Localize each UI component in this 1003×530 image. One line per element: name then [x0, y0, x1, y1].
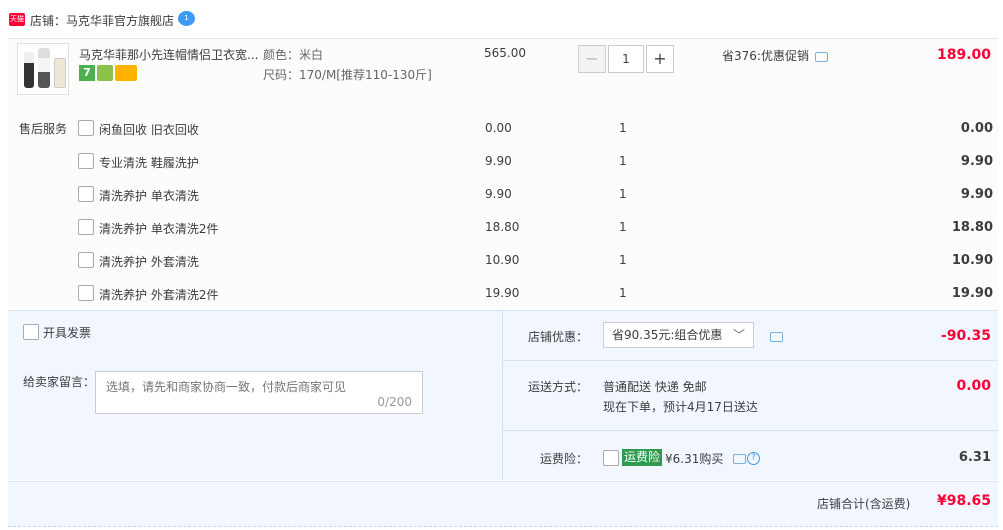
qty-decrement-button[interactable]: −: [578, 45, 606, 73]
service-total: 10.90: [951, 253, 993, 268]
service-price: 9.90: [485, 187, 512, 201]
product-thumbnail[interactable]: [17, 43, 69, 95]
service-row: 清洗养护 单衣清洗 9.90 1 9.90: [0, 185, 1003, 218]
qty-increment-button[interactable]: +: [646, 45, 674, 73]
invoice-label[interactable]: 开具发票: [43, 324, 91, 341]
service-qty: 1: [619, 154, 627, 168]
store-total-label: 店铺合计(含运费): [817, 497, 911, 511]
product-size: 尺码：170/M[推荐110-130斤]: [263, 68, 432, 82]
shop-discount-select[interactable]: 省90.35元:组合优惠 ﹀: [603, 322, 754, 348]
guarantee-icon: [97, 65, 113, 81]
unit-price: 565.00: [484, 46, 526, 60]
chevron-down-icon: ﹀: [732, 328, 745, 342]
service-checkbox[interactable]: [78, 285, 94, 301]
message-icon[interactable]: [814, 51, 828, 62]
service-total: 19.90: [951, 286, 993, 301]
shipping-eta: 现在下单，预计4月17日送达: [603, 400, 758, 414]
service-price: 9.90: [485, 154, 512, 168]
seven-day-return-icon: 7: [79, 65, 95, 81]
store-chat-icon[interactable]: 1: [178, 11, 195, 26]
service-name: 闲鱼回收 旧衣回收: [99, 123, 199, 137]
store-name-link[interactable]: 店铺：马克华菲官方旗舰店: [30, 12, 174, 29]
insurance-checkbox[interactable]: [603, 450, 619, 466]
message-icon[interactable]: [733, 453, 746, 464]
service-row: 清洗养护 外套清洗 10.90 1 10.90: [0, 251, 1003, 284]
seller-message-input[interactable]: [96, 372, 422, 413]
service-name: 清洗养护 外套清洗: [99, 255, 199, 269]
service-qty: 1: [619, 121, 627, 135]
service-price: 10.90: [485, 253, 520, 267]
insurance-amount: 6.31: [958, 450, 991, 465]
service-total: 9.90: [960, 187, 993, 202]
row-divider: [503, 430, 998, 431]
promo-icons: 7: [79, 65, 139, 81]
item-subtotal: 189.00: [936, 47, 991, 63]
shipping-amount: 0.00: [956, 378, 991, 394]
store-total-amount: ¥98.65: [936, 493, 991, 509]
service-row: 闲鱼回收 旧衣回收 0.00 1 0.00: [0, 119, 1003, 152]
service-qty: 1: [619, 187, 627, 201]
service-total: 18.80: [951, 220, 993, 235]
service-name: 专业清洗 鞋履洗护: [99, 156, 199, 170]
discount-message-icon-wrap: [770, 329, 783, 343]
service-checkbox[interactable]: [78, 219, 94, 235]
tmall-logo-icon: 天猫: [9, 13, 25, 26]
service-price: 0.00: [485, 121, 512, 135]
service-row: 清洗养护 单衣清洗2件 18.80 1 18.80: [0, 218, 1003, 251]
shipping-method: 普通配送 快递 免邮: [603, 380, 707, 394]
service-total: 0.00: [960, 121, 993, 136]
message-icon[interactable]: [770, 331, 783, 342]
shop-discount-amount: -90.35: [940, 328, 991, 344]
insurance-badge: 运费险: [622, 449, 663, 466]
insurance-icons: ?: [733, 451, 760, 465]
invoice-checkbox[interactable]: [23, 324, 39, 340]
service-total: 9.90: [960, 154, 993, 169]
thumb-figure: [38, 48, 50, 88]
panel-divider: [502, 310, 503, 480]
product-color: 颜色：米白: [263, 48, 324, 62]
message-char-count: 0/200: [377, 395, 412, 409]
service-qty: 1: [619, 220, 627, 234]
discount-info: 省376:优惠促销: [722, 47, 828, 64]
service-checkbox[interactable]: [78, 252, 94, 268]
row-divider: [503, 360, 998, 361]
discount-text: 省376:优惠促销: [722, 49, 809, 63]
service-name: 清洗养护 单衣清洗: [99, 189, 199, 203]
shipping-label: 运送方式：: [528, 380, 589, 394]
service-checkbox[interactable]: [78, 153, 94, 169]
service-qty: 1: [619, 286, 627, 300]
insurance-price: ¥6.31购买: [665, 452, 724, 466]
service-name: 清洗养护 外套清洗2件: [99, 288, 219, 302]
seller-message-box: 0/200: [95, 371, 423, 414]
thumb-figure: [54, 58, 66, 88]
service-checkbox[interactable]: [78, 120, 94, 136]
service-checkbox[interactable]: [78, 186, 94, 202]
service-qty: 1: [619, 253, 627, 267]
seller-message-label: 给卖家留言：: [23, 375, 96, 389]
credit-card-icon: [115, 65, 137, 81]
help-icon[interactable]: ?: [747, 452, 760, 465]
insurance-label: 运费险：: [540, 452, 589, 466]
qty-input[interactable]: 1: [608, 45, 644, 73]
product-title-link[interactable]: 马克华菲那小先连帽情侣卫衣宽...: [79, 46, 259, 63]
service-price: 18.80: [485, 220, 520, 234]
service-row: 专业清洗 鞋履洗护 9.90 1 9.90: [0, 152, 1003, 185]
service-name: 清洗养护 单衣清洗2件: [99, 222, 219, 236]
shop-discount-label: 店铺优惠：: [528, 330, 589, 344]
thumb-figure: [24, 52, 34, 88]
shop-discount-value: 省90.35元:组合优惠: [612, 328, 723, 342]
service-price: 19.90: [485, 286, 520, 300]
